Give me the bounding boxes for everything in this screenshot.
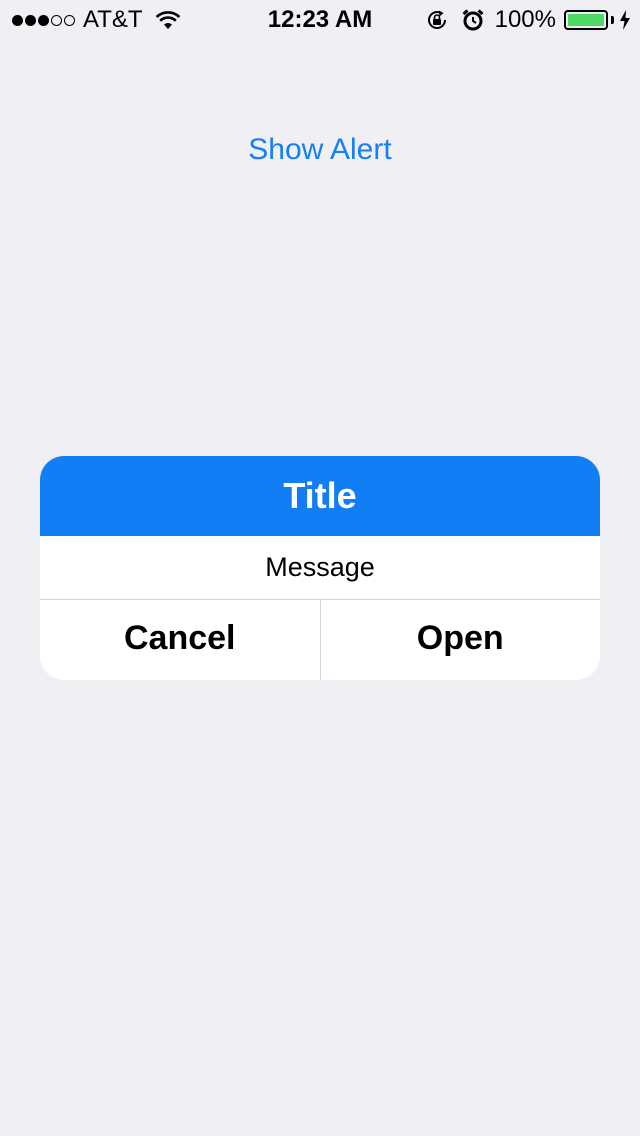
alert-dialog: Title Message Cancel Open	[40, 456, 600, 680]
open-button[interactable]: Open	[320, 600, 600, 680]
battery-nub	[611, 16, 614, 24]
status-right: 100%	[425, 6, 630, 34]
alert-buttons: Cancel Open	[40, 600, 600, 680]
alarm-icon	[462, 9, 484, 31]
rotation-lock-icon	[427, 10, 446, 29]
status-bar: AT&T 12:23 AM 100%	[0, 0, 640, 40]
battery-level	[568, 14, 604, 26]
alert-title: Title	[40, 456, 600, 536]
cancel-button[interactable]: Cancel	[40, 600, 321, 680]
battery-percentage: 100%	[494, 6, 556, 33]
alert-message: Message	[40, 536, 600, 600]
show-alert-button[interactable]: Show Alert	[0, 130, 640, 170]
battery-icon	[564, 10, 608, 30]
charging-icon	[620, 10, 630, 30]
